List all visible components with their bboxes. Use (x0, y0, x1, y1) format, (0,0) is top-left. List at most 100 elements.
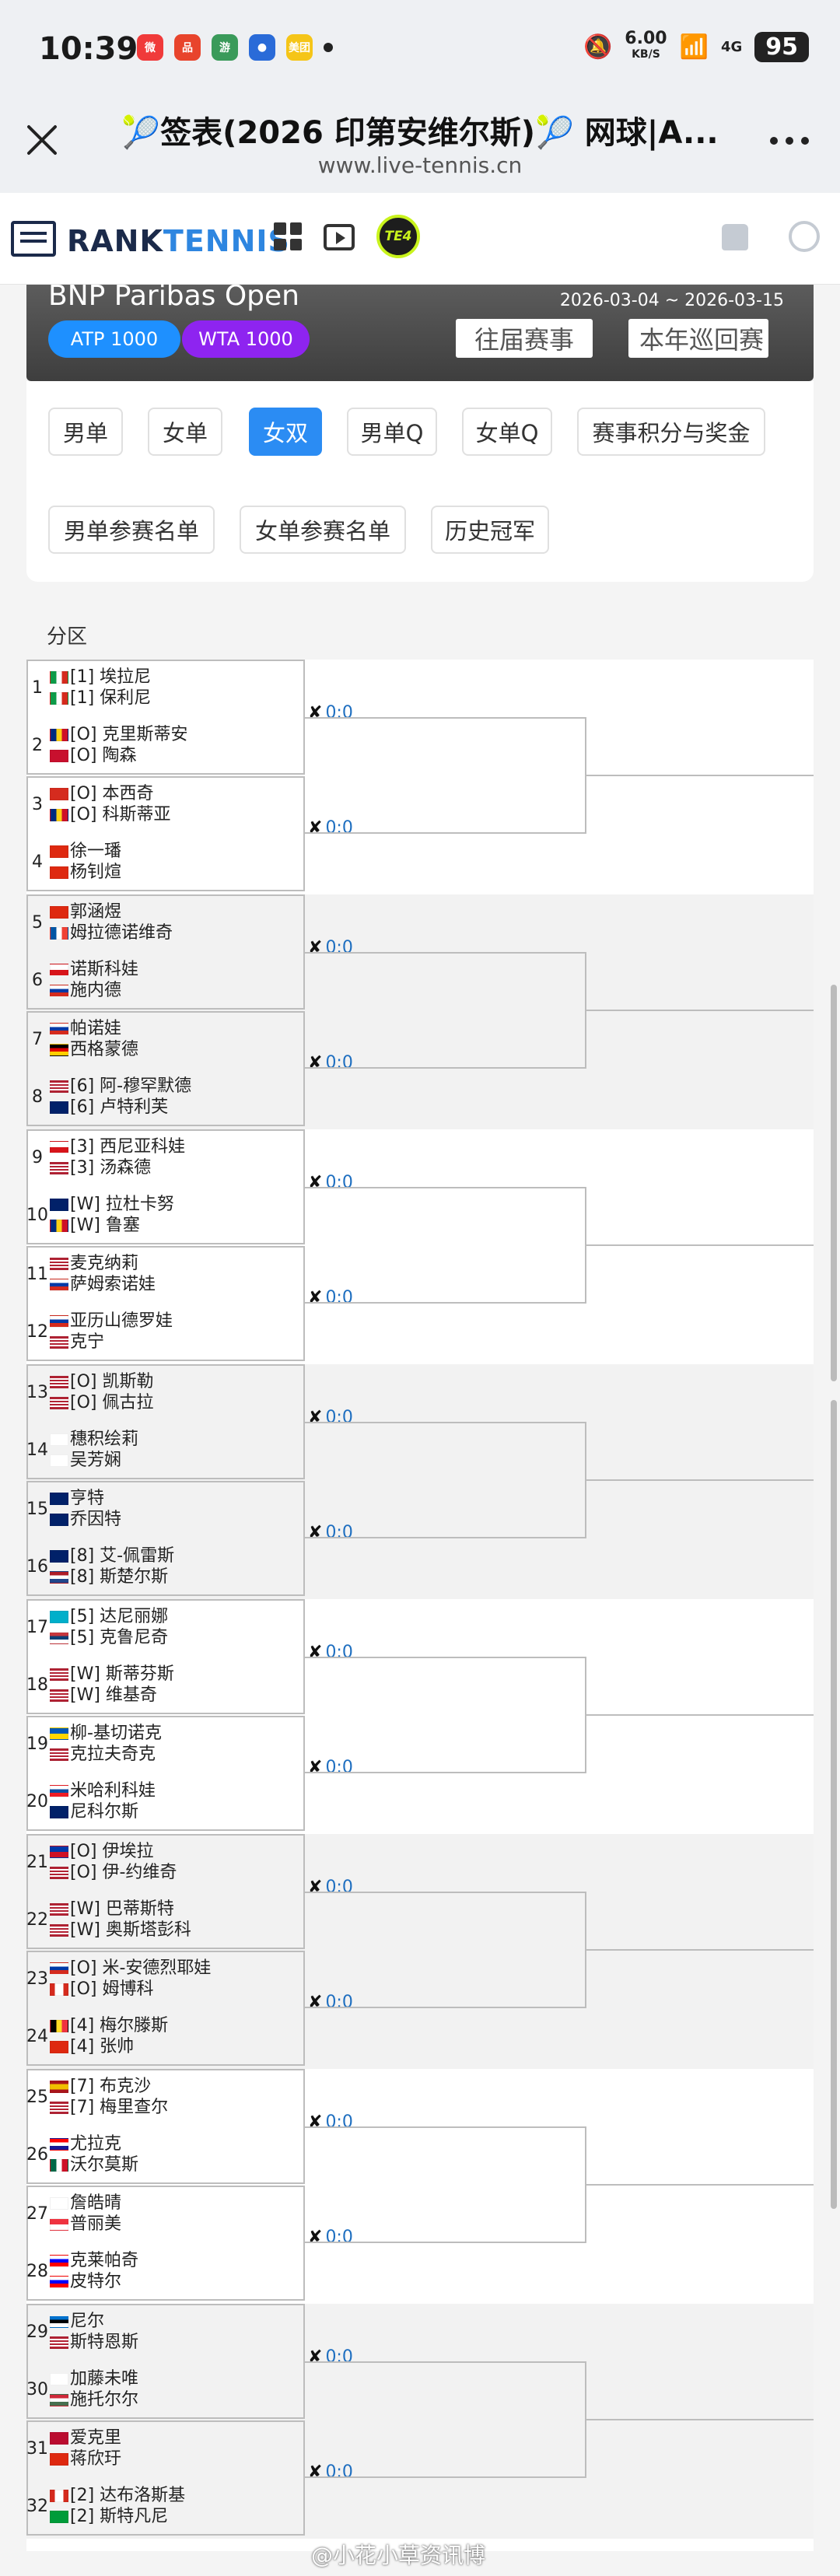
player-entry[interactable]: [O] 姆博科 (50, 1979, 153, 2000)
tab-womens-doubles[interactable]: 女双 (249, 408, 322, 456)
close-icon[interactable] (25, 123, 59, 157)
player-entry[interactable]: 姆拉德诺维奇 (50, 923, 173, 943)
player-entry[interactable]: 克拉夫奇克 (50, 1745, 156, 1765)
draw-slot[interactable]: 8 [6] 阿-穆罕默德 [6] 卢特利芙 (26, 1069, 305, 1126)
player-entry[interactable]: 西格蒙德 (50, 1040, 138, 1060)
draw-slot[interactable]: 4 徐一璠 杨钊煊 (26, 834, 305, 891)
player-entry[interactable]: [5] 达尼丽娜 (50, 1607, 168, 1627)
draw-slot[interactable]: 20 米哈利科娃 尼科尔斯 (26, 1773, 305, 1831)
draw-slot[interactable]: 32 [2] 达布洛斯基 [2] 斯特凡尼 (26, 2478, 305, 2536)
player-entry[interactable]: [3] 汤森德 (50, 1158, 151, 1178)
player-entry[interactable]: 尼尔 (50, 2312, 104, 2332)
draw-slot[interactable]: 14 穗积绘莉 吴芳娴 (26, 1422, 305, 1479)
player-entry[interactable]: [O] 本西奇 (50, 784, 153, 804)
player-entry[interactable]: 穗积绘莉 (50, 1430, 138, 1450)
player-entry[interactable]: 加藤未唯 (50, 2369, 138, 2389)
tab-mens-entry-list[interactable]: 男单参赛名单 (48, 506, 215, 554)
player-entry[interactable]: [3] 西尼亚科娃 (50, 1137, 185, 1157)
draw-slot[interactable]: 15 亨特 乔因特 (26, 1481, 305, 1538)
draw-slot[interactable]: 5 郭涵煜 姆拉德诺维奇 (26, 894, 305, 952)
player-entry[interactable]: [8] 斯楚尔斯 (50, 1567, 168, 1587)
player-entry[interactable]: [2] 达布洛斯基 (50, 2486, 185, 2506)
scrollbar[interactable] (831, 985, 837, 1381)
player-entry[interactable]: [O] 伊-约维奇 (50, 1863, 177, 1883)
player-entry[interactable]: [6] 卢特利芙 (50, 1097, 168, 1118)
draw-slot[interactable]: 28 克莱帕奇 皮特尔 (26, 2243, 305, 2301)
rank-logo-icon[interactable] (11, 221, 56, 257)
grid-icon[interactable] (274, 222, 302, 250)
site-logo[interactable]: RANKTENNIS (67, 224, 290, 258)
player-entry[interactable]: 麦克纳莉 (50, 1254, 138, 1274)
tab-womens-qualifying[interactable]: 女单Q (462, 408, 552, 456)
draw-slot[interactable]: 18 [W] 斯蒂芬斯 [W] 维基奇 (26, 1657, 305, 1714)
draw-slot[interactable]: 19 柳-基切诺克 克拉夫奇克 (26, 1716, 305, 1773)
player-entry[interactable]: [W] 斯蒂芬斯 (50, 1664, 174, 1685)
tab-mens-singles[interactable]: 男单 (48, 408, 123, 456)
video-icon[interactable] (324, 224, 355, 250)
season-tour-button[interactable]: 本年巡回赛 (628, 319, 768, 358)
player-entry[interactable]: [W] 奥斯塔彭科 (50, 1920, 191, 1941)
player-entry[interactable]: 徐一璠 (50, 842, 121, 862)
draw-slot[interactable]: 30 加藤未唯 施托尔尔 (26, 2361, 305, 2419)
draw-slot[interactable]: 29 尼尔 斯特恩斯 (26, 2304, 305, 2361)
player-entry[interactable]: [1] 保利尼 (50, 688, 151, 709)
atp-badge[interactable]: ATP 1000 (48, 320, 180, 358)
draw-slot[interactable]: 23 [O] 米-安德烈耶娃 [O] 姆博科 (26, 1951, 305, 2008)
player-entry[interactable]: 普丽美 (50, 2214, 121, 2235)
player-entry[interactable]: 萨姆索诺娃 (50, 1275, 156, 1295)
player-entry[interactable]: 吴芳娴 (50, 1451, 121, 1471)
player-entry[interactable]: 郭涵煜 (50, 902, 121, 922)
draw-slot[interactable]: 13 [O] 凯斯勒 [O] 佩古拉 (26, 1364, 305, 1422)
player-entry[interactable]: 尼科尔斯 (50, 1802, 138, 1822)
shirt-icon[interactable] (722, 224, 748, 250)
tab-points-prize[interactable]: 赛事积分与奖金 (577, 408, 765, 456)
draw-slot[interactable]: 6 诺斯科娃 施内德 (26, 952, 305, 1010)
tab-past-champions[interactable]: 历史冠军 (431, 506, 549, 554)
te4-logo[interactable]: TE4 (376, 215, 420, 258)
player-entry[interactable]: [W] 鲁塞 (50, 1216, 140, 1236)
player-entry[interactable]: [W] 巴蒂斯特 (50, 1899, 174, 1920)
draw-slot[interactable]: 27 詹皓晴 普丽美 (26, 2186, 305, 2243)
draw-slot[interactable]: 1 [1] 埃拉尼 [1] 保利尼 (26, 660, 305, 717)
player-entry[interactable]: 亨特 (50, 1489, 104, 1509)
tab-womens-entry-list[interactable]: 女单参赛名单 (240, 506, 406, 554)
player-entry[interactable]: 皮特尔 (50, 2272, 121, 2292)
scrollbar-thumb[interactable] (831, 1400, 837, 2209)
player-entry[interactable]: [O] 凯斯勒 (50, 1372, 153, 1392)
player-entry[interactable]: 克宁 (50, 1332, 104, 1353)
player-entry[interactable]: [1] 埃拉尼 (50, 667, 151, 688)
draw-slot[interactable]: 22 [W] 巴蒂斯特 [W] 奥斯塔彭科 (26, 1892, 305, 1949)
wta-badge[interactable]: WTA 1000 (182, 320, 310, 358)
player-entry[interactable]: 斯特恩斯 (50, 2333, 138, 2353)
draw-slot[interactable]: 9 [3] 西尼亚科娃 [3] 汤森德 (26, 1129, 305, 1187)
player-entry[interactable]: [2] 斯特凡尼 (50, 2507, 168, 2527)
player-entry[interactable]: 杨钊煊 (50, 863, 121, 883)
player-entry[interactable]: 施内德 (50, 981, 121, 1001)
player-entry[interactable]: [5] 克鲁尼奇 (50, 1628, 168, 1648)
player-entry[interactable]: [O] 克里斯蒂安 (50, 725, 187, 745)
player-entry[interactable]: [W] 拉杜卡努 (50, 1195, 174, 1215)
player-entry[interactable]: 沃尔莫斯 (50, 2155, 138, 2175)
player-entry[interactable]: 尤拉克 (50, 2134, 121, 2154)
draw-slot[interactable]: 7 帕诺娃 西格蒙德 (26, 1011, 305, 1069)
player-entry[interactable]: [4] 梅尔滕斯 (50, 2016, 168, 2036)
player-entry[interactable]: 爱克里 (50, 2428, 121, 2448)
player-entry[interactable]: [O] 佩古拉 (50, 1393, 153, 1413)
globe-icon[interactable] (789, 221, 820, 252)
player-entry[interactable]: [7] 梅里查尔 (50, 2098, 168, 2118)
past-events-button[interactable]: 往届赛事 (456, 319, 593, 358)
player-entry[interactable]: 蒋欣玗 (50, 2449, 121, 2469)
player-entry[interactable]: [6] 阿-穆罕默德 (50, 1076, 191, 1097)
draw-slot[interactable]: 2 [O] 克里斯蒂安 [O] 陶森 (26, 717, 305, 775)
player-entry[interactable]: 米哈利科娃 (50, 1781, 156, 1801)
draw-slot[interactable]: 21 [O] 伊埃拉 [O] 伊-约维奇 (26, 1834, 305, 1892)
draw-slot[interactable]: 10 [W] 拉杜卡努 [W] 鲁塞 (26, 1187, 305, 1244)
draw-slot[interactable]: 25 [7] 布克沙 [7] 梅里查尔 (26, 2069, 305, 2126)
player-entry[interactable]: [W] 维基奇 (50, 1685, 157, 1706)
player-entry[interactable]: 诺斯科娃 (50, 960, 138, 980)
draw-slot[interactable]: 16 [8] 艾-佩雷斯 [8] 斯楚尔斯 (26, 1538, 305, 1596)
draw-slot[interactable]: 31 爱克里 蒋欣玗 (26, 2420, 305, 2478)
draw-slot[interactable]: 11 麦克纳莉 萨姆索诺娃 (26, 1246, 305, 1304)
player-entry[interactable]: 詹皓晴 (50, 2193, 121, 2214)
player-entry[interactable]: [4] 张帅 (50, 2037, 134, 2057)
